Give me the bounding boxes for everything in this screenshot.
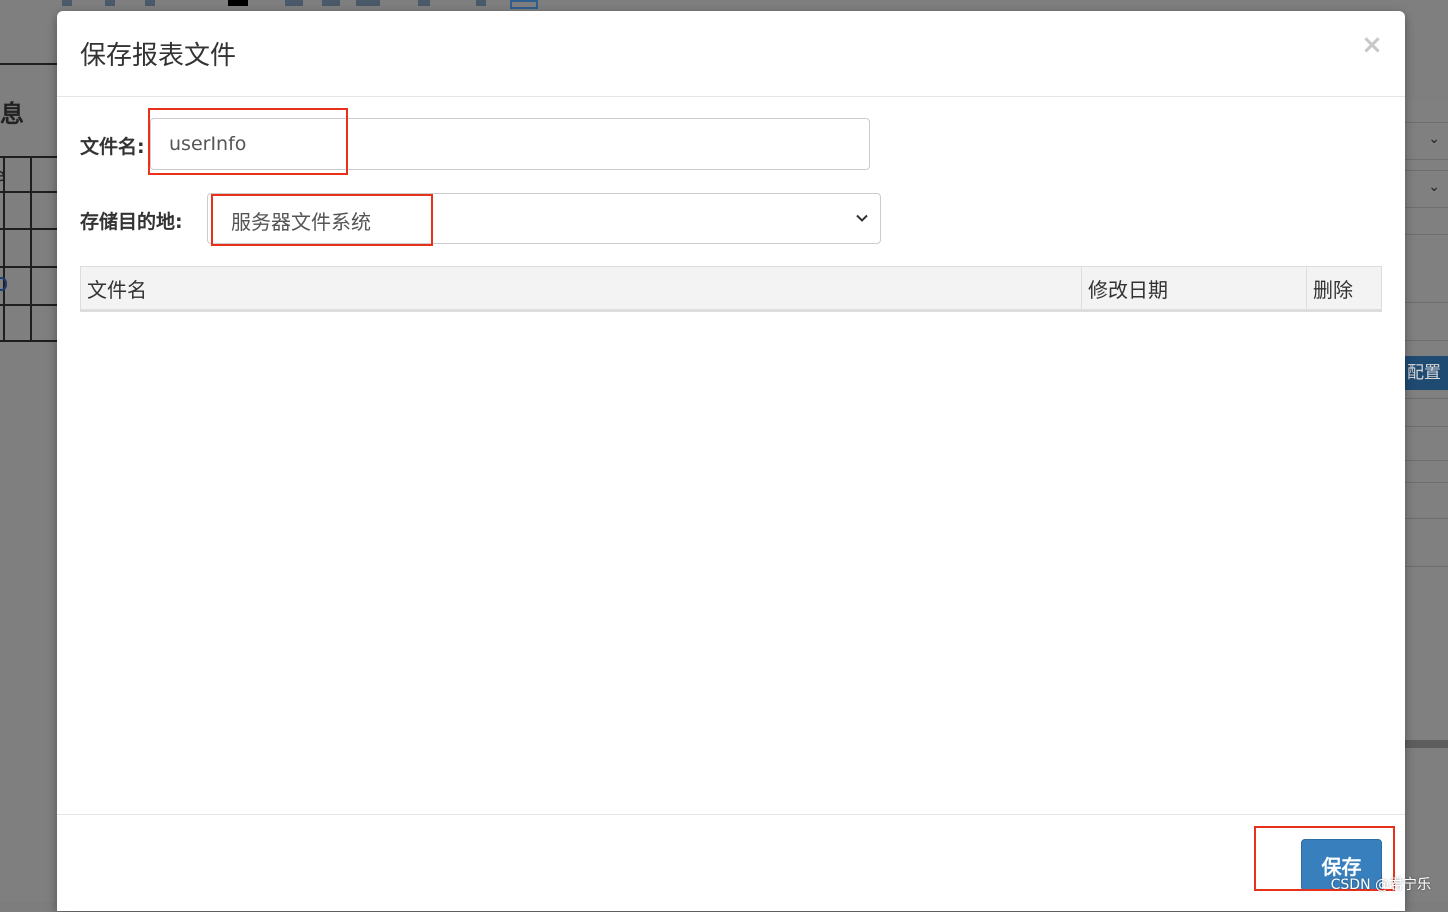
column-header-filename[interactable]: 文件名 xyxy=(80,266,1082,312)
toolbar-icon xyxy=(62,0,72,6)
dialog-header: 保存报表文件 × xyxy=(57,11,1405,97)
toolbar-icon xyxy=(285,0,303,6)
chevron-down-icon: ⌄ xyxy=(1428,131,1440,147)
dialog-footer: 保存 xyxy=(57,814,1405,912)
toolbar-icon xyxy=(510,0,538,9)
chevron-down-icon xyxy=(856,214,868,222)
filename-label: 文件名: xyxy=(80,136,145,158)
background-toolbar xyxy=(0,0,1448,10)
close-icon[interactable]: × xyxy=(1360,32,1384,58)
toolbar-icon xyxy=(228,0,248,6)
toolbar-icon xyxy=(418,0,430,6)
table-header-row: 文件名 修改日期 删除 xyxy=(80,266,1382,312)
toolbar-icon xyxy=(476,0,486,6)
save-report-dialog: 保存报表文件 × 文件名: 存储目的地: 服务器文件系统 文件名 修改日期 删除… xyxy=(57,11,1405,911)
dialog-title: 保存报表文件 xyxy=(80,41,237,71)
file-table: 文件名 修改日期 删除 xyxy=(80,266,1382,312)
chevron-down-icon: ⌄ xyxy=(1428,179,1440,195)
toolbar-icon xyxy=(145,0,155,6)
filename-input[interactable] xyxy=(150,118,870,170)
toolbar-icon xyxy=(105,0,115,6)
toolbar-icon xyxy=(356,0,380,6)
destination-label: 存储目的地: xyxy=(80,211,183,233)
background-config-button: 配置 xyxy=(1405,356,1448,390)
column-header-modified-date[interactable]: 修改日期 xyxy=(1081,266,1307,312)
destination-select[interactable]: 服务器文件系统 xyxy=(207,193,881,244)
watermark-text: CSDN @君宁乐 xyxy=(1330,877,1431,893)
background-right-panel: ⌄ ⌄ 配置 xyxy=(1405,0,1448,902)
toolbar-icon xyxy=(322,0,340,6)
destination-selected-value: 服务器文件系统 xyxy=(231,210,371,234)
background-grid xyxy=(0,26,57,346)
background-cell-text: e xyxy=(0,165,5,186)
column-header-delete[interactable]: 删除 xyxy=(1306,266,1382,312)
